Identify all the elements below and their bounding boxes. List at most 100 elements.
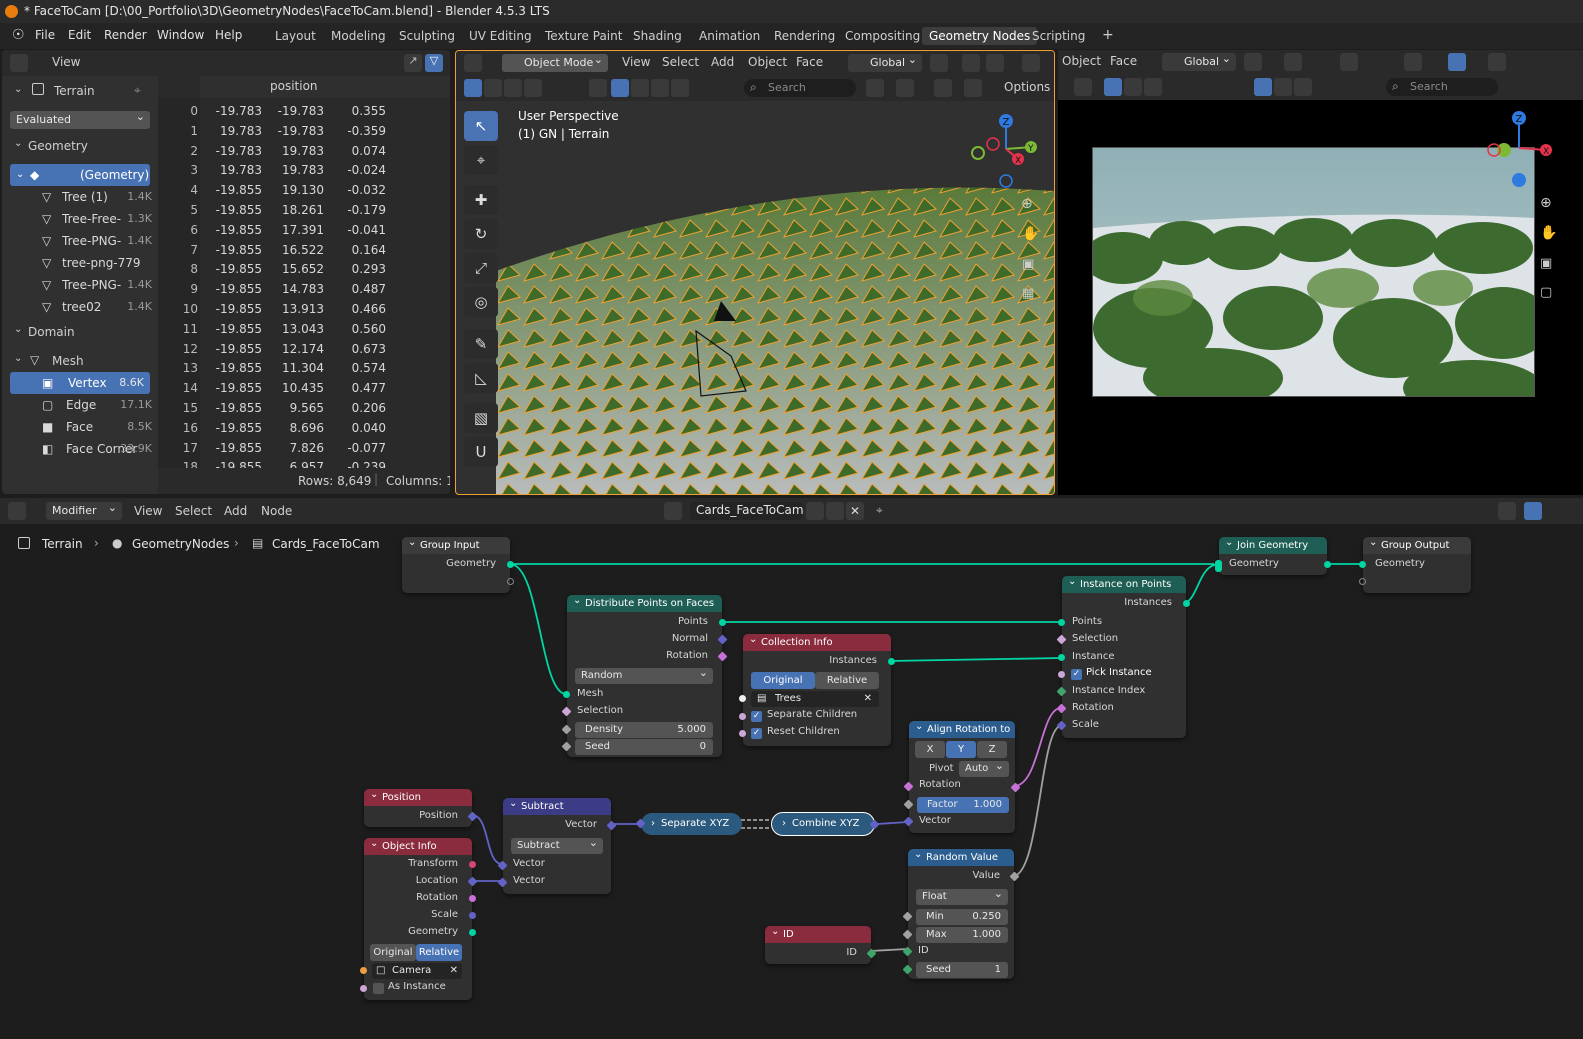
editor-type-icon[interactable] (464, 54, 482, 72)
collection-field[interactable]: ▤ Trees ✕ (751, 691, 879, 707)
tool-measure[interactable]: ◺ (464, 363, 498, 393)
socket-transform-out[interactable] (469, 861, 476, 868)
editor-type-icon[interactable] (10, 54, 28, 72)
socket-points-out[interactable] (719, 619, 726, 626)
camera-view-icon[interactable]: ▣ (1540, 256, 1552, 271)
min-field[interactable]: Min 0.250 (916, 909, 1008, 925)
factor-slider[interactable]: Factor 1.000 (917, 797, 1009, 813)
socket-object-in[interactable] (360, 967, 367, 974)
tool-add-cube[interactable]: ▧ (464, 403, 498, 433)
toggle-original[interactable]: Original (751, 672, 815, 689)
node-group-output[interactable]: Group Output Geometry (1359, 534, 1471, 593)
zoom-icon[interactable]: ⊕ (1021, 196, 1033, 212)
max-field[interactable]: Max 1.000 (916, 927, 1008, 943)
node-editor[interactable]: Modifier View Select Add Node Cards_Face… (0, 498, 1583, 1039)
separate-children-checkbox[interactable]: ✓ (751, 711, 762, 722)
visibility-icon[interactable] (1404, 53, 1422, 71)
tool-cursor[interactable]: ⌖ (464, 145, 498, 175)
shading-solid-icon[interactable] (631, 79, 649, 97)
tab-geometry-nodes[interactable]: Geometry Nodes (922, 27, 1038, 45)
node-random-value[interactable]: Random Value Value Float Min0.250 Max1.0… (902, 846, 1020, 979)
camera-viewport[interactable]: Object Face Global ⌕ Search (1058, 50, 1583, 495)
node-distribute-points-on-faces[interactable]: Distribute Points on Faces Points Normal… (561, 592, 728, 757)
tab-texture-paint[interactable]: Texture Paint (538, 27, 629, 45)
tab-layout[interactable]: Layout (268, 27, 323, 45)
socket-reset-children-in[interactable] (739, 730, 746, 737)
proportional-edit-icon[interactable] (1022, 54, 1040, 72)
tree-item-child[interactable]: ▽ tree-png-779 (8, 252, 158, 274)
pivot-icon[interactable] (930, 54, 948, 72)
shading-wireframe-icon[interactable] (611, 79, 629, 97)
tab-shading[interactable]: Shading (626, 27, 689, 45)
select-box-icon[interactable] (464, 79, 482, 97)
menu-face[interactable]: Face (1110, 54, 1137, 68)
tool-rotate[interactable]: ↻ (464, 219, 498, 249)
object-mode-dropdown[interactable]: Object Mode (502, 51, 608, 72)
overlay-icon[interactable] (1488, 53, 1506, 71)
tool-annotate[interactable]: ✎ (464, 329, 498, 359)
socket-geometry-in[interactable] (1215, 560, 1222, 572)
domain-item-vertex[interactable]: ▣ Vertex 8.6K (10, 372, 150, 394)
toggle-relative[interactable]: Relative (815, 672, 879, 689)
select-box-icon[interactable] (1104, 78, 1122, 96)
tree-item-child[interactable]: ▽ Tree-PNG- 1.4K (8, 230, 158, 252)
lock-icon[interactable]: ▢ (1540, 285, 1552, 300)
tool-select-box[interactable]: ↖ (464, 111, 498, 141)
tree-item-child[interactable]: ▽ tree02 1.4K (8, 296, 158, 318)
select-mode-icon[interactable] (1124, 78, 1142, 96)
perspective-toggle-icon[interactable]: ▦ (1022, 286, 1034, 301)
pivot-icon[interactable] (1244, 53, 1262, 71)
domain-item-face-corner[interactable]: ◧ Face Corner 33.9K (8, 438, 158, 460)
tree-item-child[interactable]: ▽ Tree (1) 1.4K (8, 186, 158, 208)
tab-scripting[interactable]: Scripting (1025, 27, 1092, 45)
transform-orientation-dropdown[interactable]: Global (848, 51, 922, 72)
socket-geometry-out[interactable] (507, 561, 514, 568)
node-join-geometry[interactable]: Join Geometry Geometry (1215, 534, 1331, 575)
menu-render[interactable]: Render (104, 28, 147, 42)
proportional-edit-icon[interactable] (1340, 53, 1358, 71)
tree-item-child[interactable]: ▽ Tree-PNG- 1.4K (8, 274, 158, 296)
axis-x-toggle[interactable]: X (915, 741, 945, 758)
menu-face[interactable]: Face (796, 55, 823, 69)
node-separate-xyz[interactable]: › Separate XYZ (635, 813, 742, 835)
gizmo-icon[interactable] (1448, 53, 1466, 71)
options-button[interactable]: Options (1004, 80, 1050, 94)
chevron-down-icon[interactable]: ⌄ (14, 353, 22, 364)
node-vector-math-subtract[interactable]: Subtract Vector Subtract Vector Vector (497, 795, 617, 894)
socket-geometry-out[interactable] (469, 929, 476, 936)
as-instance-checkbox[interactable] (373, 983, 384, 994)
camera-search-input[interactable]: ⌕ Search (1386, 78, 1498, 96)
socket-scale-out[interactable] (469, 912, 476, 919)
socket-points-in[interactable] (1058, 619, 1065, 626)
close-icon[interactable]: ✕ (864, 691, 872, 707)
socket-as-instance-in[interactable] (360, 985, 367, 992)
viewport-visibility-icon[interactable] (589, 79, 607, 97)
density-field[interactable]: Density 5.000 (575, 722, 713, 738)
shading-material-icon[interactable] (651, 79, 669, 97)
socket-instances-out[interactable] (1183, 600, 1190, 607)
socket-mesh-in[interactable] (563, 691, 570, 698)
tree-item-child[interactable]: ▽ Tree-Free- 1.3K (8, 208, 158, 230)
seed-field[interactable]: Seed 0 (575, 739, 713, 755)
socket-separate-children-in[interactable] (739, 713, 746, 720)
data-type-dropdown[interactable]: Float (916, 886, 1008, 905)
select-mode-icon[interactable] (524, 79, 542, 97)
filter-icon[interactable] (934, 79, 952, 97)
node-object-info[interactable]: Object Info Transform Location Rotation … (360, 835, 478, 1000)
socket-geometry-out[interactable] (1324, 561, 1331, 568)
blender-menu-icon[interactable]: ☉ (12, 27, 25, 43)
zoom-icon[interactable]: ⊕ (1540, 195, 1552, 211)
chevron-down-icon[interactable]: ⌄ (14, 84, 22, 95)
seed-field[interactable]: Seed 1 (916, 962, 1008, 978)
column-header-position[interactable]: position (270, 79, 318, 93)
node-instance-on-points[interactable]: Instance on Points Instances Points Sele… (1056, 573, 1190, 738)
tool-transform[interactable]: ◎ (464, 287, 498, 317)
evaluation-mode-dropdown[interactable]: Evaluated (10, 108, 150, 129)
node-group-input[interactable]: Group Input Geometry (402, 534, 514, 593)
shading-solid-icon[interactable] (1274, 78, 1292, 96)
socket-rotation-out[interactable] (469, 895, 476, 902)
tool-move[interactable]: ✚ (464, 185, 498, 215)
tab-sculpting[interactable]: Sculpting (392, 27, 462, 45)
navigation-gizmo[interactable]: Z Y X (966, 109, 1046, 189)
operation-dropdown[interactable]: Subtract (511, 835, 603, 854)
